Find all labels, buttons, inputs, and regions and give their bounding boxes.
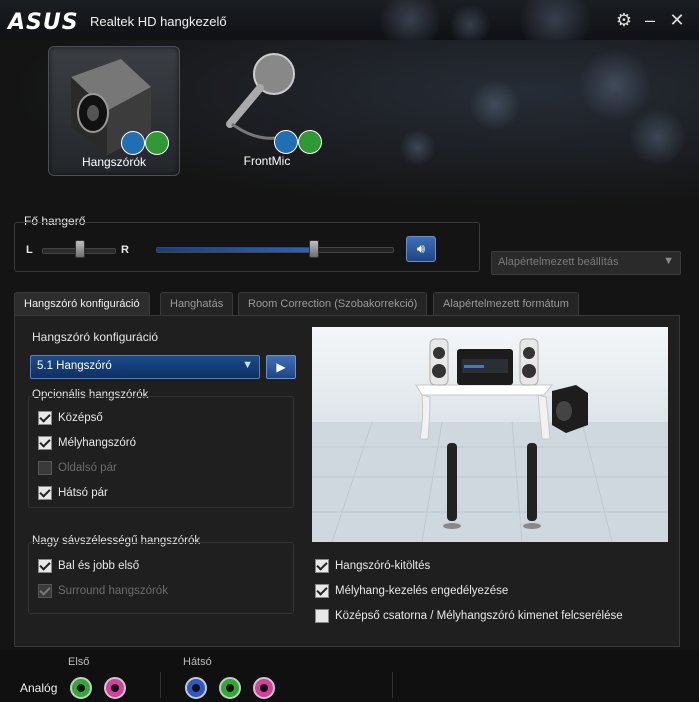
fullrange-speakers-panel	[28, 542, 294, 614]
checkbox-label: Középső csatorna / Mélyhangszóró kimenet…	[335, 610, 623, 622]
checkbox-center[interactable]: Középső	[38, 408, 103, 428]
checkbox-surround: Surround hangszórók	[38, 581, 168, 601]
checkbox-front-lr[interactable]: Bal és jobb első	[38, 556, 139, 576]
speaker-config-select[interactable]: 5.1 Hangszóró ▼	[30, 355, 260, 379]
checkbox-label: Mélyhang-kezelés engedélyezése	[335, 585, 509, 597]
tab-speaker-config[interactable]: Hangszóró konfiguráció	[14, 292, 150, 315]
checkbox-box[interactable]	[315, 583, 329, 598]
chevron-down-icon: ▼	[663, 255, 674, 267]
divider	[160, 672, 161, 698]
speech-bubble-icon	[121, 131, 145, 155]
tab-room-correction[interactable]: Room Correction (Szobakorrekció)	[238, 292, 428, 315]
checkbox-side-pair: Oldalsó pár	[38, 458, 117, 478]
device-label: Hangszórók	[81, 155, 147, 169]
checkbox-label: Surround hangszórók	[58, 585, 168, 597]
default-setting-label: Alapértelmezett beállítás	[498, 256, 619, 268]
checkbox-rear-pair[interactable]: Hátsó pár	[38, 483, 108, 503]
window-title: Realtek HD hangkezelő	[90, 14, 227, 29]
device-speakers[interactable]: Hangszórók	[48, 46, 180, 176]
checkbox-swap-center-sub[interactable]: Középső csatorna / Mélyhangszóró kimenet…	[315, 606, 623, 626]
rear-jack-blue[interactable]	[185, 677, 207, 699]
front-jack-green[interactable]	[70, 677, 92, 699]
device-label: FrontMic	[243, 154, 291, 168]
checkbox-label: Hátsó pár	[58, 487, 108, 499]
asus-logo: ASUS	[8, 10, 79, 35]
divider	[392, 672, 393, 698]
speaker-illustration[interactable]	[312, 327, 668, 542]
checkbox-box	[38, 460, 52, 475]
checkbox-box[interactable]	[38, 410, 52, 425]
speaker-volume-icon: 🔊︎	[416, 241, 426, 256]
tab-default-format[interactable]: Alapértelmezett formátum	[433, 292, 579, 315]
checkbox-box[interactable]	[38, 558, 52, 573]
balance-slider-thumb[interactable]	[75, 240, 85, 258]
checkbox-label: Oldalsó pár	[58, 462, 117, 474]
checkbox-box[interactable]	[38, 435, 52, 450]
gear-icon[interactable]: ⚙	[614, 10, 634, 30]
device-frontmic[interactable]: FrontMic	[202, 46, 332, 174]
checkbox-box	[38, 583, 52, 598]
checkbox-box[interactable]	[315, 608, 329, 623]
play-test-button[interactable]: ▶	[266, 355, 296, 379]
check-icon	[145, 131, 169, 155]
volume-slider[interactable]	[156, 247, 394, 253]
rear-jack-pink[interactable]	[253, 677, 275, 699]
speaker-config-label: Hangszóró konfiguráció	[32, 330, 159, 344]
play-icon: ▶	[276, 360, 286, 374]
checkbox-bass-management[interactable]: Mélyhang-kezelés engedélyezése	[315, 581, 508, 601]
chevron-down-icon: ▼	[242, 359, 253, 371]
volume-slider-thumb[interactable]	[309, 240, 319, 258]
checkbox-box[interactable]	[315, 558, 329, 573]
room-speakers-image	[312, 338, 668, 542]
analog-label: Analóg	[20, 681, 58, 695]
checkbox-label: Mélyhangszóró	[58, 437, 136, 449]
speaker-config-value: 5.1 Hangszóró	[37, 360, 112, 372]
default-setting-dropdown[interactable]: Alapértelmezett beállítás ▼	[491, 251, 681, 275]
tab-sound-effect[interactable]: Hanghatás	[160, 292, 234, 315]
balance-left-label: L	[26, 244, 33, 256]
jack-panel	[0, 650, 699, 702]
checkbox-label: Hangszóró-kitöltés	[335, 560, 431, 572]
checkbox-speaker-fill[interactable]: Hangszóró-kitöltés	[315, 556, 430, 576]
checkbox-label: Középső	[58, 412, 103, 424]
checkbox-subwoofer[interactable]: Mélyhangszóró	[38, 433, 136, 453]
volume-slider-fill	[157, 248, 313, 252]
rear-jacks-label: Hátsó	[183, 656, 212, 668]
checkbox-label: Bal és jobb első	[58, 560, 140, 572]
close-button[interactable]: ✕	[667, 10, 687, 30]
minimize-button[interactable]: –	[640, 10, 660, 30]
checkbox-box[interactable]	[38, 485, 52, 500]
balance-right-label: R	[121, 244, 129, 256]
check-icon	[298, 130, 322, 154]
front-jack-pink[interactable]	[104, 677, 126, 699]
rear-jack-green[interactable]	[219, 677, 241, 699]
speech-bubble-icon	[274, 130, 298, 154]
mute-button[interactable]: 🔊︎	[406, 236, 436, 262]
front-jacks-label: Első	[68, 656, 90, 668]
